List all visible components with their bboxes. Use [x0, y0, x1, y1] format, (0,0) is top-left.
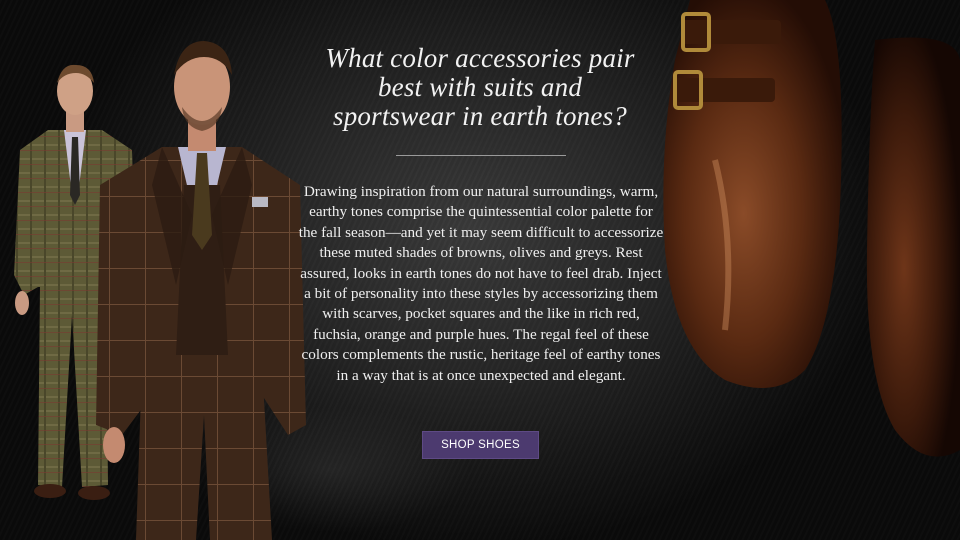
shop-shoes-button[interactable]: SHOP SHOES — [422, 431, 539, 459]
hero-banner: What color accessories pair best with su… — [0, 0, 960, 540]
hero-body-text: Drawing inspiration from our natural sur… — [298, 183, 664, 384]
hero-heading: What color accessories pair best with su… — [325, 43, 635, 131]
heading-divider — [396, 155, 566, 156]
monk-strap-shoes-image — [663, 0, 960, 457]
model-brown-suit-image — [96, 41, 306, 540]
